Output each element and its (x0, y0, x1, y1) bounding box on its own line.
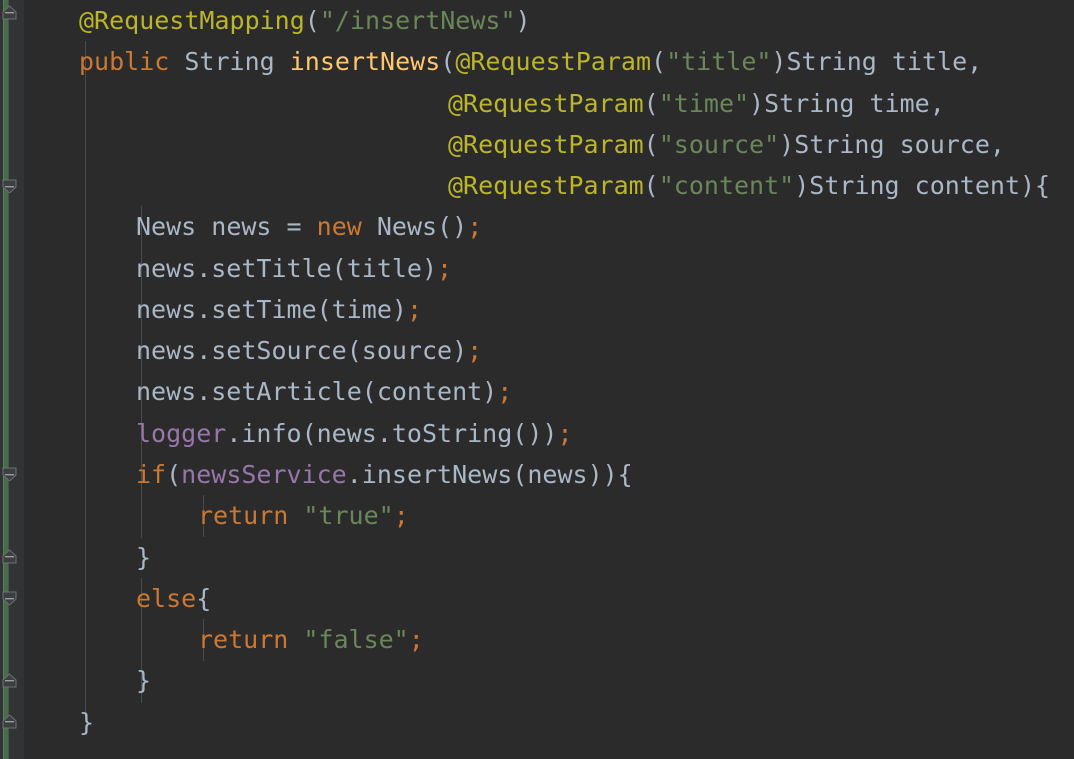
code-line[interactable]: @RequestParam("time")String time, (0, 83, 945, 124)
code-line[interactable]: logger.info(news.toString()); (0, 413, 573, 454)
code-token-default: ( (440, 47, 456, 76)
code-token-default: String (786, 47, 877, 76)
code-line[interactable]: } (0, 660, 151, 701)
code-token-default: ( (643, 171, 659, 200)
code-token-default (362, 212, 377, 241)
code-token-default (288, 501, 303, 530)
code-token-default: ( (643, 89, 659, 118)
code-token-default: ( (643, 130, 659, 159)
code-token-semicolon: ; (497, 377, 513, 406)
code-token-default: news.setTime(time) (136, 295, 407, 324)
code-token-default: ( (651, 47, 667, 76)
code-token-default: ) (749, 89, 765, 118)
code-token-default: news (211, 212, 272, 241)
code-token-default: } (136, 543, 152, 572)
code-token-default: ) (779, 130, 795, 159)
code-token-keyword: new (316, 212, 362, 241)
code-editor[interactable]: @RequestMapping("/insertNews") public Str… (0, 0, 1074, 759)
code-line[interactable]: News news = new News(); (0, 206, 482, 247)
code-content-area[interactable]: @RequestMapping("/insertNews") public Str… (0, 0, 1074, 759)
code-line[interactable]: @RequestMapping("/insertNews") (0, 0, 531, 41)
code-token-semicolon: ; (437, 254, 453, 283)
code-token-annotation: @RequestParam (448, 89, 644, 118)
code-token-semicolon: ; (406, 295, 422, 324)
code-token-string: "content" (658, 171, 795, 200)
code-line[interactable]: public String insertNews(@RequestParam("… (0, 41, 982, 82)
code-token-default: .info(news.toString()) (226, 419, 558, 448)
code-token-semicolon: ; (467, 212, 483, 241)
code-token-semicolon: ; (467, 336, 483, 365)
code-line[interactable]: return "false"; (0, 619, 424, 660)
code-line[interactable]: @RequestParam("source")String source, (0, 124, 1005, 165)
code-token-default: { (196, 584, 212, 613)
code-line[interactable]: news.setTitle(title); (0, 248, 452, 289)
code-token-default: ) (794, 171, 810, 200)
code-token-keyword: if (136, 460, 167, 489)
code-token-default: content){ (914, 171, 1051, 200)
code-line[interactable]: news.setArticle(content); (0, 371, 512, 412)
code-line[interactable]: if(newsService.insertNews(news)){ (0, 454, 633, 495)
code-token-keyword: public (79, 47, 170, 76)
code-token-annotation: @RequestParam (448, 171, 644, 200)
code-token-method: insertNews (289, 47, 441, 76)
code-token-default: } (136, 666, 152, 695)
code-line[interactable]: else{ (0, 578, 211, 619)
code-token-default (900, 171, 915, 200)
code-token-semicolon: ; (393, 501, 409, 530)
code-token-default: String (184, 47, 275, 76)
code-token-default: news.setSource(source) (136, 336, 468, 365)
code-token-string: "/insertNews" (319, 6, 516, 35)
code-token-semicolon: ; (557, 419, 573, 448)
code-token-default: news.setArticle(content) (136, 377, 498, 406)
code-token-default (854, 89, 869, 118)
code-line[interactable]: news.setSource(source); (0, 330, 482, 371)
code-token-default: ( (166, 460, 182, 489)
code-token-default: ( (304, 6, 320, 35)
code-token-default: title, (891, 47, 983, 76)
code-token-semicolon: ; (408, 625, 424, 654)
code-token-default: ) (771, 47, 787, 76)
code-token-default (196, 212, 211, 241)
code-line[interactable]: } (0, 702, 94, 743)
code-token-string: "false" (303, 625, 409, 654)
code-token-default: .insertNews(news)){ (346, 460, 633, 489)
code-token-string: "source" (658, 130, 780, 159)
code-line[interactable]: news.setTime(time); (0, 289, 422, 330)
code-token-default: String (794, 130, 885, 159)
code-token-default: String (764, 89, 855, 118)
code-token-field: newsService (181, 460, 347, 489)
code-token-field: logger (136, 419, 227, 448)
code-token-default: String (809, 171, 900, 200)
code-token-keyword: return (198, 501, 289, 530)
code-token-default: } (79, 708, 95, 737)
code-token-string: "time" (658, 89, 750, 118)
code-token-default: news.setTitle(title) (136, 254, 438, 283)
code-token-string: "title" (666, 47, 772, 76)
code-token-default (275, 47, 290, 76)
code-token-default: ) (515, 6, 531, 35)
code-token-default: = (271, 212, 317, 241)
code-token-annotation: @RequestParam (448, 130, 644, 159)
code-token-default: News() (376, 212, 468, 241)
code-token-keyword: return (198, 625, 289, 654)
code-token-default: time, (869, 89, 945, 118)
code-token-annotation: @RequestMapping (79, 6, 305, 35)
code-token-default (877, 47, 892, 76)
code-token-default (288, 625, 303, 654)
code-token-string: "true" (303, 501, 394, 530)
code-line[interactable]: return "true"; (0, 495, 409, 536)
code-token-default (885, 130, 900, 159)
code-token-default: News (136, 212, 197, 241)
code-token-default (169, 47, 184, 76)
code-token-default: source, (899, 130, 1005, 159)
code-line[interactable]: } (0, 537, 151, 578)
code-token-annotation: @RequestParam (455, 47, 651, 76)
code-line[interactable]: @RequestParam("content")String content){ (0, 165, 1050, 206)
code-token-keyword: else (136, 584, 197, 613)
